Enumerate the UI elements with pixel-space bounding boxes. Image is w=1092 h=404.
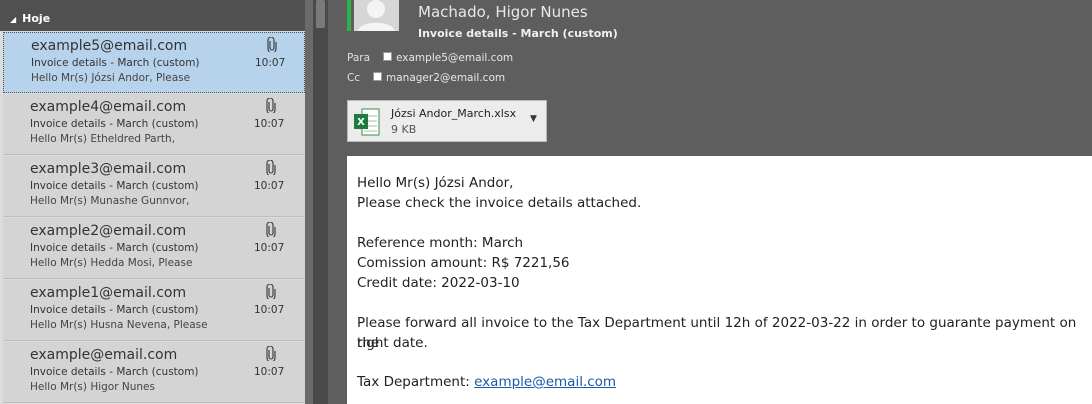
- list-item-sender: example1@email.com: [30, 285, 187, 301]
- list-item-time: 10:07: [254, 242, 285, 254]
- list-item[interactable]: example4@email.com Invoice details - Marc…: [3, 94, 305, 155]
- cc-address[interactable]: manager2@email.com: [386, 72, 505, 84]
- tax-label: Tax Department:: [357, 374, 475, 390]
- presence-bar: [347, 0, 351, 31]
- list-scrollbar[interactable]: [313, 0, 328, 404]
- body-greeting: Hello Mr(s) Józsi Andor,: [357, 175, 514, 191]
- message-subject: Invoice details - March (custom): [418, 27, 618, 40]
- paperclip-icon: [265, 97, 277, 115]
- to-label: Para: [347, 52, 371, 64]
- paperclip-icon: [265, 159, 277, 177]
- list-item[interactable]: example5@email.com Invoice details - Marc…: [3, 32, 305, 93]
- list-item-preview: Hello Mr(s) Husna Nevena, Please: [30, 319, 208, 331]
- scrollbar-thumb[interactable]: [316, 0, 325, 28]
- list-item-preview: Hello Mr(s) Etheldred Parth,: [30, 133, 176, 145]
- paperclip-icon: [265, 283, 277, 301]
- excel-file-icon: X: [354, 108, 380, 136]
- list-item-time: 10:07: [254, 118, 285, 130]
- body-credit-date: Credit date: 2022-03-10: [357, 275, 520, 291]
- list-item-time: 10:07: [255, 57, 286, 69]
- list-item-time: 10:07: [254, 304, 285, 316]
- avatar-icon: [358, 0, 395, 31]
- cc-label: Cc: [347, 72, 361, 84]
- paperclip-icon: [265, 345, 277, 363]
- group-label: Hoje: [22, 12, 51, 25]
- body-amount: Comission amount: R$ 7221,56: [357, 255, 570, 271]
- list-item-sender: example5@email.com: [31, 38, 188, 54]
- list-item-sender: example@email.com: [30, 347, 178, 363]
- tax-email-link[interactable]: example@email.com: [474, 374, 616, 390]
- list-item[interactable]: example@email.com Invoice details - March…: [3, 342, 305, 403]
- to-address[interactable]: example5@email.com: [396, 52, 513, 64]
- list-item-subject: Invoice details - March (custom): [30, 180, 199, 192]
- paperclip-icon: [265, 221, 277, 239]
- attachment-name: Józsi Andor_March.xlsx: [391, 107, 517, 120]
- list-item-preview: Hello Mr(s) Hedda Mosi, Please: [30, 257, 193, 269]
- chevron-down-icon[interactable]: ▼: [530, 114, 537, 124]
- list-item-subject: Invoice details - March (custom): [30, 118, 199, 130]
- list-item-subject: Invoice details - March (custom): [31, 57, 200, 69]
- list-item-subject: Invoice details - March (custom): [30, 242, 199, 254]
- avatar: [354, 0, 399, 31]
- body-forward-cont: right date.: [357, 335, 428, 351]
- list-item[interactable]: example3@email.com Invoice details - Marc…: [3, 156, 305, 217]
- sender-name[interactable]: Machado, Higor Nunes: [418, 3, 588, 21]
- list-item-preview: Hello Mr(s) Józsi Andor, Please: [31, 72, 191, 84]
- body-forward: Please forward all invoice to the Tax De…: [357, 315, 1077, 351]
- pane-divider[interactable]: [305, 0, 313, 404]
- list-item-sender: example3@email.com: [30, 161, 187, 177]
- paperclip-icon: [266, 36, 278, 54]
- list-item[interactable]: example1@email.com Invoice details - Marc…: [3, 280, 305, 341]
- list-item-subject: Invoice details - March (custom): [30, 366, 199, 378]
- message-body: Hello Mr(s) Józsi Andor, Please check th…: [347, 156, 1092, 404]
- list-item-subject: Invoice details - March (custom): [30, 304, 199, 316]
- list-item-sender: example4@email.com: [30, 99, 187, 115]
- list-item-preview: Hello Mr(s) Munashe Gunnvor,: [30, 195, 190, 207]
- group-header-today[interactable]: ◢ Hoje: [0, 6, 305, 31]
- attachment-card[interactable]: X Józsi Andor_March.xlsx 9 KB ▼: [347, 100, 547, 142]
- cc-checkbox[interactable]: [373, 72, 382, 81]
- list-item-time: 10:07: [254, 180, 285, 192]
- attachment-size: 9 KB: [391, 123, 417, 136]
- body-reference: Reference month: March: [357, 235, 524, 251]
- svg-text:X: X: [357, 117, 365, 128]
- list-item-preview: Hello Mr(s) Higor Nunes: [30, 381, 155, 393]
- to-checkbox[interactable]: [383, 52, 392, 61]
- body-tax-line: Tax Department: example@email.com: [357, 372, 616, 392]
- list-item-sender: example2@email.com: [30, 223, 187, 239]
- triangle-collapse-icon[interactable]: ◢: [10, 15, 16, 24]
- list-item-time: 10:07: [254, 366, 285, 378]
- list-item[interactable]: example2@email.com Invoice details - Marc…: [3, 218, 305, 279]
- body-line: Please check the invoice details attache…: [357, 195, 642, 211]
